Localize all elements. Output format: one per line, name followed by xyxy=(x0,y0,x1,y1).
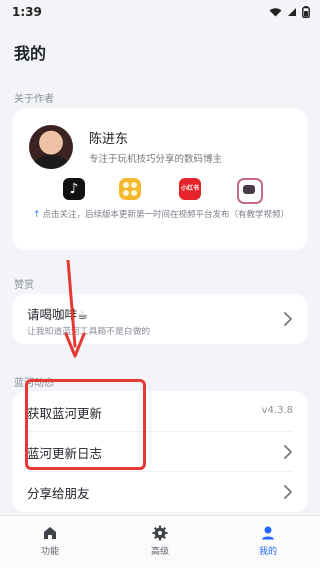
gear-icon xyxy=(152,525,168,541)
annotation-box xyxy=(25,379,146,470)
redbook-icon[interactable]: 小红书 xyxy=(179,178,201,200)
share-label: 分享给朋友 xyxy=(27,486,90,501)
signal-icon xyxy=(288,8,296,16)
chevron-right-icon xyxy=(284,485,292,499)
coins-icon[interactable] xyxy=(119,178,141,200)
avatar xyxy=(29,125,73,169)
nav-item-functions[interactable]: 功能 xyxy=(10,525,90,557)
share-row[interactable]: 分享给朋友 xyxy=(13,471,307,511)
nav-item-advanced[interactable]: 高级 xyxy=(120,525,200,557)
author-name: 陈进东 xyxy=(89,132,129,147)
social-icons: ♪ 小红书 xyxy=(13,178,307,204)
chevron-right-icon xyxy=(284,445,292,459)
wifi-icon xyxy=(269,8,282,17)
follow-note: ↑ 点击关注，后续版本更新第一时间在视频平台发布（有教学视频） xyxy=(33,209,291,222)
nav-label: 高级 xyxy=(150,547,169,557)
follow-note-text: 点击关注，后续版本更新第一时间在视频平台发布（有教学视频） xyxy=(42,210,290,220)
user-icon xyxy=(262,526,274,540)
nav-label: 我的 xyxy=(258,547,277,557)
home-icon xyxy=(44,527,56,539)
up-arrow-icon: ↑ xyxy=(33,210,41,220)
author-card: 陈进东 专注于玩机技巧分享的数码博主 ♪ 小红书 ↑ 点击关注，后续版本更新第一时… xyxy=(13,108,307,250)
battery-icon xyxy=(302,6,310,18)
status-time: 1:39 xyxy=(12,5,42,19)
nav-label: 功能 xyxy=(40,547,59,557)
chevron-right-icon xyxy=(284,312,292,326)
status-bar: 1:39 xyxy=(0,0,320,26)
nav-item-me[interactable]: 我的 xyxy=(228,525,308,557)
section-label-about: 关于作者 xyxy=(14,94,54,105)
page-title: 我的 xyxy=(14,44,47,63)
tiktok-icon[interactable]: ♪ xyxy=(63,178,85,200)
version-label: v4.3.8 xyxy=(261,405,293,416)
section-label-support: 赞赏 xyxy=(14,280,34,291)
bottom-nav: 功能 高级 我的 xyxy=(0,515,320,568)
coffee-subtitle: 让我知道蓝河工具箱不是白做的 xyxy=(27,327,151,337)
status-icons xyxy=(269,6,310,18)
annotation-arrow-icon xyxy=(64,260,86,358)
author-description: 专注于玩机技巧分享的数码博主 xyxy=(89,154,223,165)
bilibili-icon[interactable] xyxy=(237,178,263,204)
